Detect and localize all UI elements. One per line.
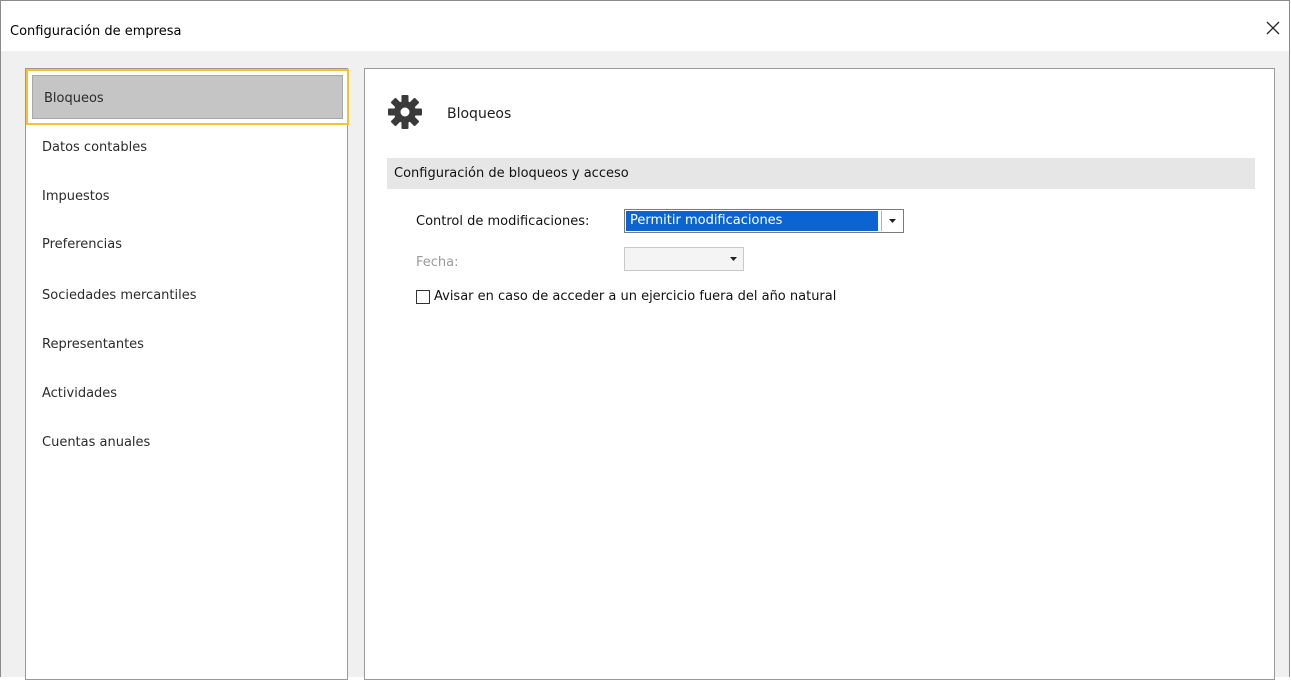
- configuration-window: Configuración de empresa Bloqueos Datos …: [0, 0, 1290, 680]
- sidebar-item-bloqueos[interactable]: Bloqueos: [26, 69, 349, 125]
- sidebar-item-representantes[interactable]: Representantes: [42, 337, 144, 352]
- fecha-dropdown: [624, 247, 744, 271]
- close-icon: [1266, 21, 1280, 35]
- chevron-down-icon: [888, 219, 896, 223]
- control-modificaciones-label: Control de modificaciones:: [416, 214, 590, 229]
- close-button[interactable]: [1257, 13, 1289, 43]
- group-header: Configuración de bloqueos y acceso: [387, 158, 1255, 189]
- sidebar-item-preferencias[interactable]: Preferencias: [42, 237, 122, 252]
- sidebar-item-sociedades-mercantiles[interactable]: Sociedades mercantiles: [42, 288, 197, 303]
- sidebar-item-actividades[interactable]: Actividades: [42, 386, 117, 401]
- avisar-ejercicio-label: Avisar en caso de acceder a un ejercicio…: [434, 289, 837, 304]
- gear-icon: [388, 95, 422, 129]
- control-modificaciones-value: Permitir modificaciones: [626, 211, 878, 231]
- chevron-down-icon: [730, 257, 737, 261]
- window-title: Configuración de empresa: [10, 24, 182, 39]
- avisar-ejercicio-checkbox[interactable]: [416, 289, 430, 304]
- sidebar-item-datos-contables[interactable]: Datos contables: [42, 140, 147, 155]
- sidebar-item-label: Bloqueos: [44, 91, 104, 106]
- section-title: Bloqueos: [447, 106, 512, 122]
- control-modificaciones-dropdown[interactable]: Permitir modificaciones: [624, 209, 904, 233]
- fecha-label: Fecha:: [416, 255, 459, 270]
- avisar-ejercicio-checkbox-row[interactable]: Avisar en caso de acceder a un ejercicio…: [416, 289, 836, 304]
- sidebar-item-cuentas-anuales[interactable]: Cuentas anuales: [42, 435, 150, 450]
- title-bar: Configuración de empresa: [1, 1, 1289, 51]
- dropdown-arrow-button[interactable]: [881, 211, 902, 231]
- sidebar: Bloqueos Datos contables Impuestos Prefe…: [25, 68, 349, 680]
- sidebar-item-impuestos[interactable]: Impuestos: [42, 189, 110, 204]
- main-panel: Bloqueos Configuración de bloqueos y acc…: [364, 68, 1275, 680]
- selected-item-highlight: Bloqueos: [32, 75, 343, 119]
